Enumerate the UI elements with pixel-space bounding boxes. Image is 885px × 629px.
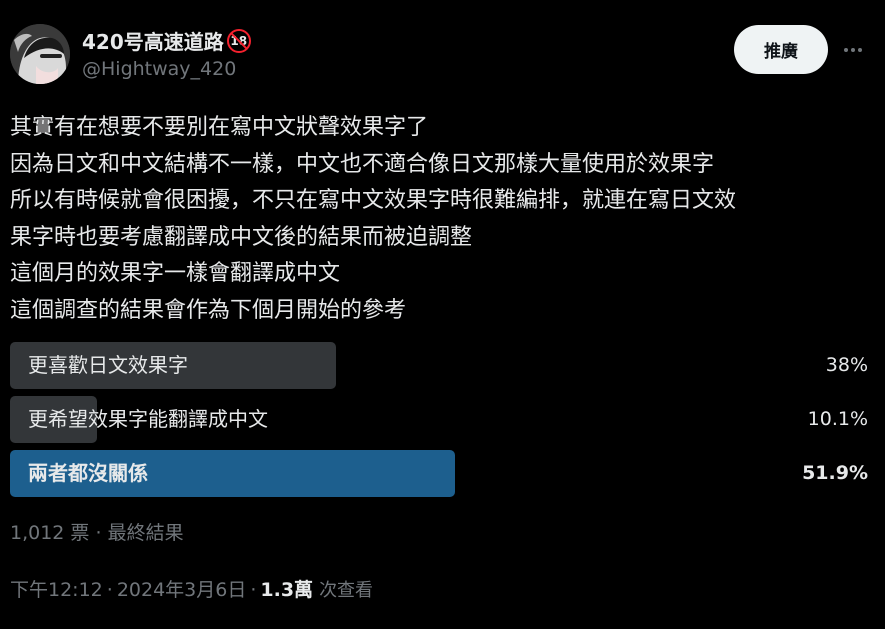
- tweet-text: 其實有在想要不要別在寫中文狀聲效果字了 因為日文和中文結構不一樣，中文也不適合像…: [10, 110, 880, 329]
- tweet-time[interactable]: 下午12:12: [10, 575, 103, 602]
- poll-option-percent: 10.1%: [807, 408, 868, 430]
- age-restricted-icon: 18: [226, 28, 251, 53]
- poll-option-percent: 38%: [825, 354, 868, 376]
- avatar-image: [10, 24, 70, 84]
- poll-option-percent: 51.9%: [802, 462, 868, 484]
- tweet-date[interactable]: 2024年3月6日: [117, 575, 247, 602]
- tweet-line: 因為日文和中文結構不一樣，中文也不適合像日文那樣大量使用於效果字: [10, 151, 715, 177]
- poll-option: 更喜歡日文效果字 38%: [10, 342, 868, 389]
- poll-option-label: 更喜歡日文效果字: [28, 353, 188, 377]
- tweet-line: 果字時也要考慮翻譯成中文後的結果而被迫調整: [10, 224, 473, 250]
- poll-option-label: 兩者都沒關係: [28, 461, 148, 485]
- tweet-header: 420号高速道路 18 @Hightway_420 推廣: [0, 0, 885, 100]
- poll-vote-count: 1,012 票: [10, 522, 90, 544]
- more-dot: [851, 48, 855, 52]
- poll-summary: 1,012 票 · 最終結果: [10, 518, 184, 545]
- poll: 更喜歡日文效果字 38% 更希望效果字能翻譯成中文 10.1% 兩者都沒關係 5…: [10, 342, 868, 504]
- poll-option: 兩者都沒關係 51.9%: [10, 450, 868, 497]
- avatar[interactable]: [10, 24, 70, 84]
- promote-button[interactable]: 推廣: [734, 25, 828, 74]
- tweet-line: 所以有時候就會很困擾，不只在寫中文效果字時很難編排，就連在寫日文效: [10, 188, 737, 213]
- separator: ·: [250, 579, 257, 601]
- display-name[interactable]: 420号高速道路 18: [82, 26, 251, 55]
- display-name-text: 420号高速道路: [82, 30, 224, 54]
- more-options-icon[interactable]: [840, 38, 866, 62]
- view-count[interactable]: 1.3萬: [260, 575, 313, 602]
- view-count-label: 次查看: [319, 580, 374, 601]
- tweet-line: 其實有在想要不要別在寫中文狀聲效果字了: [10, 115, 429, 140]
- poll-status: 最終結果: [107, 522, 184, 544]
- tweet-meta: 下午12:12 · 2024年3月6日 · 1.3萬 次查看: [10, 575, 373, 602]
- tweet-line: 這個調查的結果會作為下個月開始的參考: [10, 297, 407, 323]
- more-dot: [858, 48, 862, 52]
- more-dot: [844, 48, 848, 52]
- tweet-line: 這個月的效果字一樣會翻譯成中文: [10, 261, 341, 286]
- user-handle[interactable]: @Hightway_420: [82, 58, 236, 80]
- poll-option: 更希望效果字能翻譯成中文 10.1%: [10, 396, 868, 443]
- separator: ·: [95, 522, 108, 544]
- separator: ·: [106, 579, 113, 601]
- poll-option-label: 更希望效果字能翻譯成中文: [28, 407, 268, 431]
